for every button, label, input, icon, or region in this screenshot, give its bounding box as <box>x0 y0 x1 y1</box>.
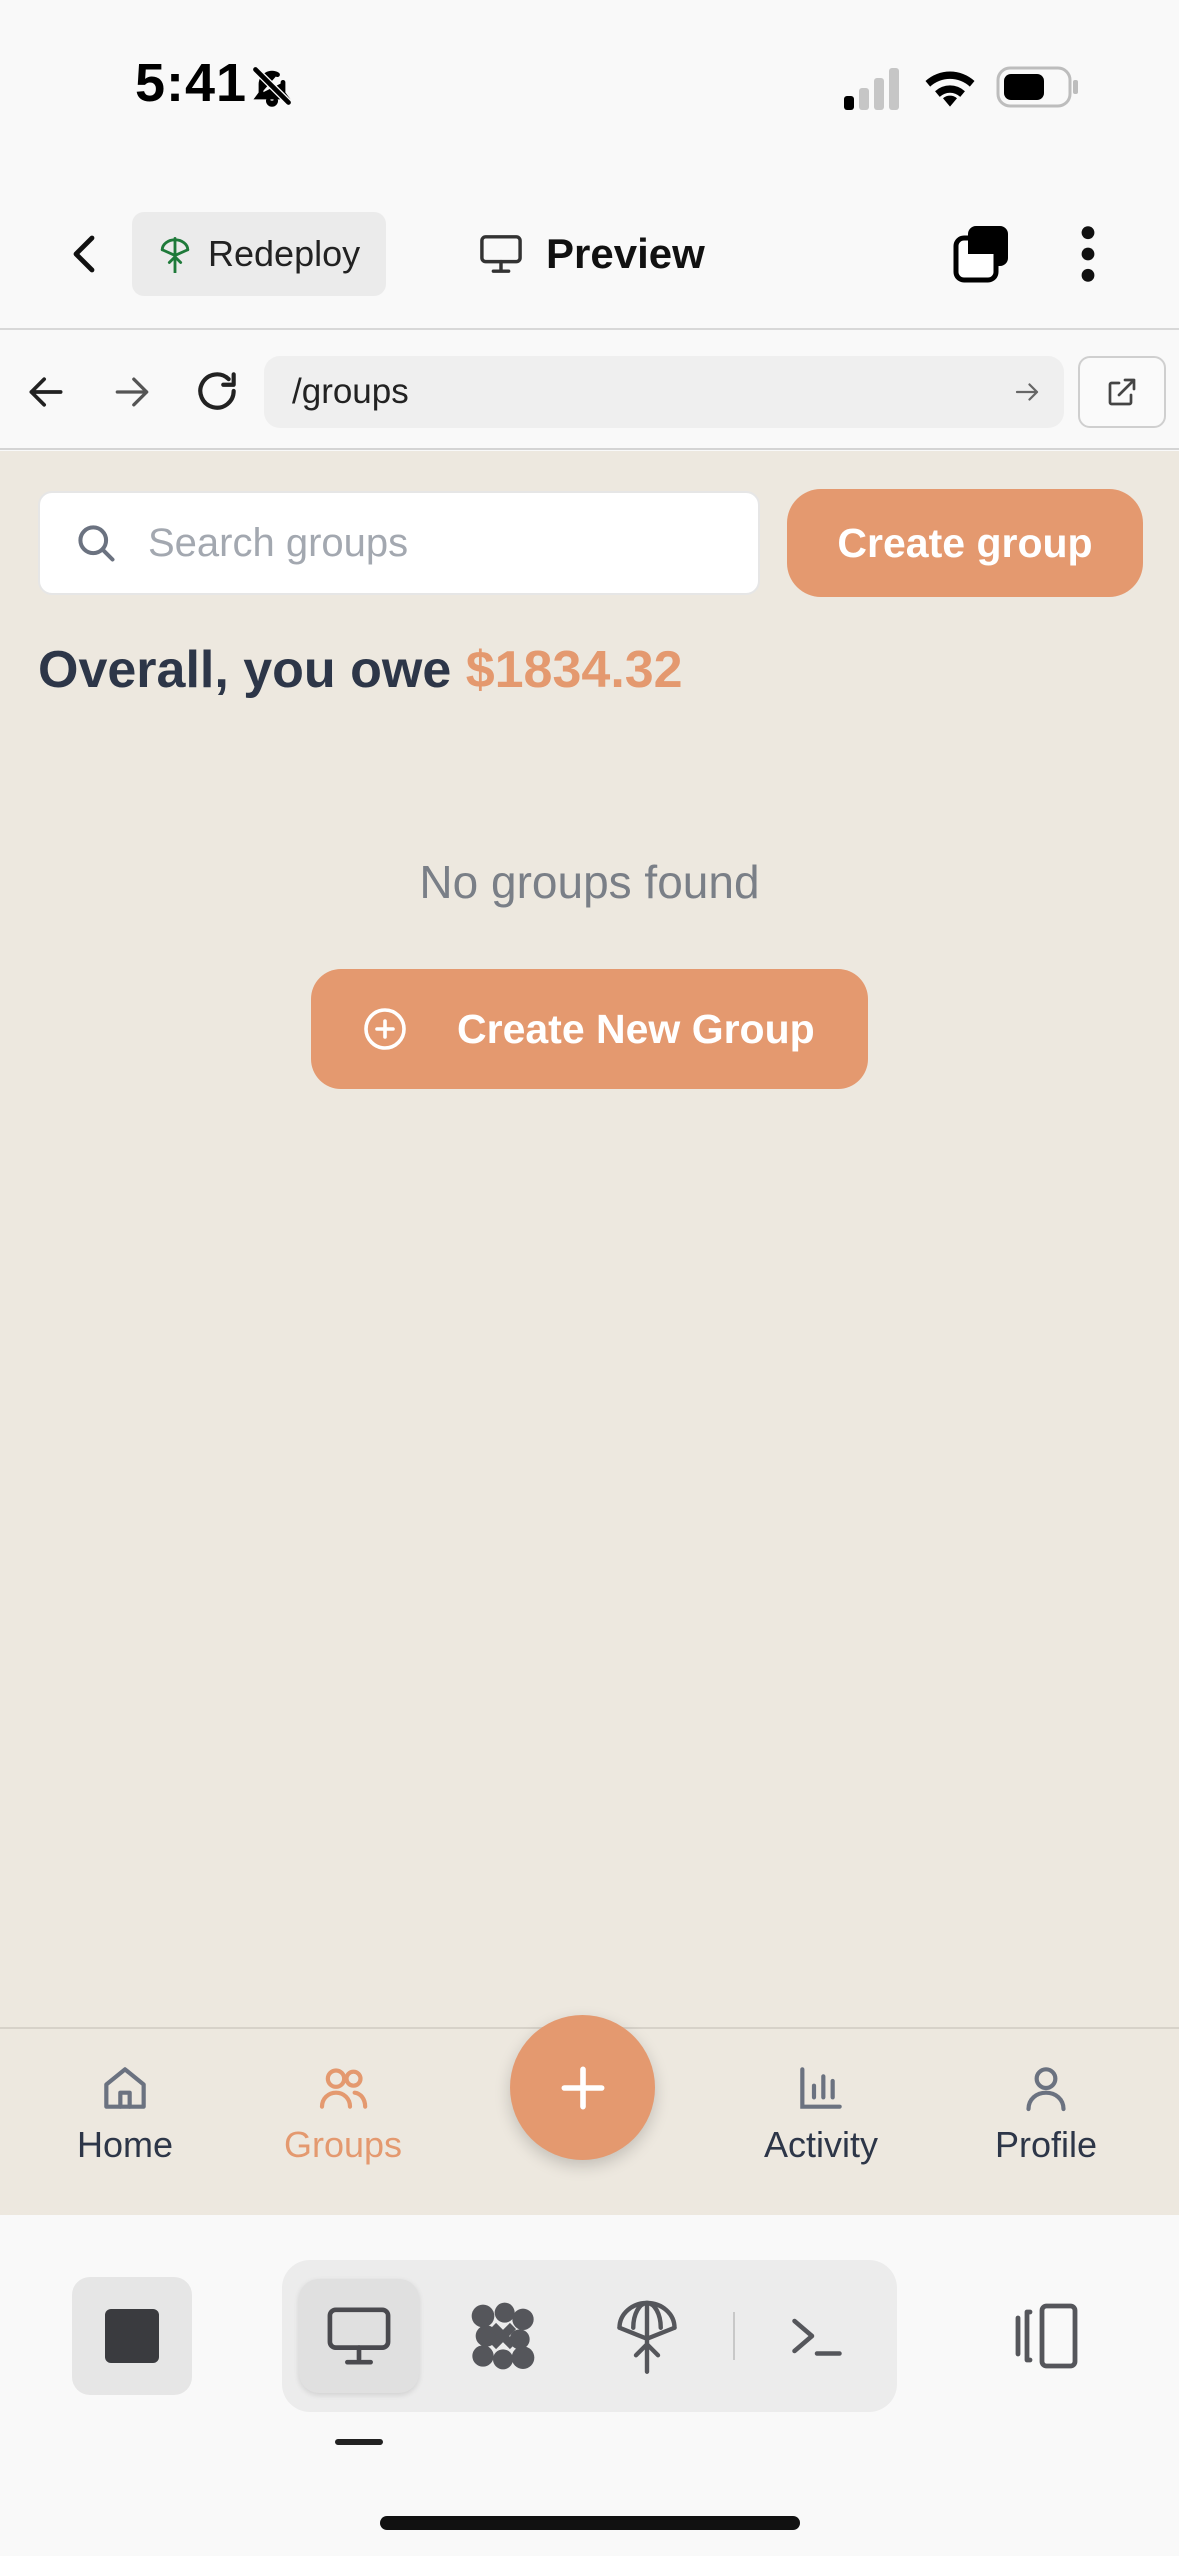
active-mode-indicator <box>335 2439 383 2445</box>
open-external-button[interactable] <box>1078 356 1166 428</box>
windows-icon[interactable] <box>950 222 1014 286</box>
mode-divider <box>733 2312 735 2360</box>
grid-dots-icon <box>463 2296 543 2376</box>
tab-home[interactable]: Home <box>35 2060 215 2166</box>
balance-amount: $1834.32 <box>465 641 683 699</box>
device-icon[interactable] <box>1008 2300 1088 2372</box>
reload-icon[interactable] <box>192 366 242 416</box>
back-arrow-icon[interactable] <box>24 370 68 414</box>
tab-activity[interactable]: Activity <box>731 2060 911 2166</box>
more-vertical-icon[interactable] <box>1072 222 1104 286</box>
redeploy-label: Redeploy <box>208 233 361 274</box>
create-new-group-label: Create New Group <box>457 1005 815 1052</box>
balance-label: Overall, you owe <box>38 641 452 699</box>
create-group-button[interactable]: Create group <box>787 489 1143 597</box>
tab-profile[interactable]: Profile <box>956 2060 1136 2166</box>
signal-icon <box>842 68 902 110</box>
redeploy-button[interactable]: Redeploy <box>132 212 386 296</box>
tab-groups-label: Groups <box>283 2124 403 2165</box>
url-field[interactable]: /groups <box>264 356 1064 428</box>
preview-title: Preview <box>478 222 705 286</box>
create-new-group-button[interactable]: Create New Group <box>311 969 868 1089</box>
search-input[interactable] <box>148 520 708 566</box>
home-icon <box>97 2060 153 2116</box>
search-icon <box>74 521 118 565</box>
stop-button[interactable] <box>72 2277 192 2395</box>
plus-circle-icon <box>361 1005 409 1053</box>
terminal-icon <box>787 2311 847 2361</box>
preview-title-text: Preview <box>546 230 705 277</box>
balance-summary: Overall, you owe $1834.32 <box>38 640 683 700</box>
user-icon <box>1018 2060 1074 2116</box>
antenna-icon <box>614 2296 680 2376</box>
stop-icon <box>105 2309 159 2363</box>
home-indicator[interactable] <box>380 2516 800 2530</box>
search-box[interactable] <box>38 491 760 595</box>
bell-slash-icon <box>250 64 294 108</box>
empty-state-message: No groups found <box>419 856 760 908</box>
wifi-icon <box>922 66 978 110</box>
mode-console[interactable] <box>757 2279 877 2393</box>
monitor-icon <box>324 2304 394 2368</box>
tab-profile-label: Profile <box>994 2124 1098 2165</box>
tab-groups[interactable]: Groups <box>253 2060 433 2166</box>
mode-workflow[interactable] <box>443 2279 563 2393</box>
deploy-tree-icon <box>158 235 192 273</box>
status-time: 5:41 <box>135 53 248 113</box>
tab-home-label: Home <box>76 2124 174 2165</box>
mode-deploy[interactable] <box>587 2279 707 2393</box>
add-expense-button[interactable] <box>510 2015 655 2160</box>
mode-preview[interactable] <box>299 2279 419 2393</box>
monitor-icon <box>478 233 524 275</box>
users-icon <box>315 2060 371 2116</box>
go-arrow-icon[interactable] <box>1012 377 1042 407</box>
bar-chart-icon <box>793 2060 849 2116</box>
url-path: /groups <box>292 372 409 411</box>
plus-icon <box>555 2060 611 2116</box>
tab-activity-label: Activity <box>763 2124 878 2165</box>
battery-icon <box>996 64 1080 110</box>
back-chevron-icon[interactable] <box>62 228 110 280</box>
forward-arrow-icon[interactable] <box>110 370 154 414</box>
open-external-icon <box>1104 374 1140 410</box>
